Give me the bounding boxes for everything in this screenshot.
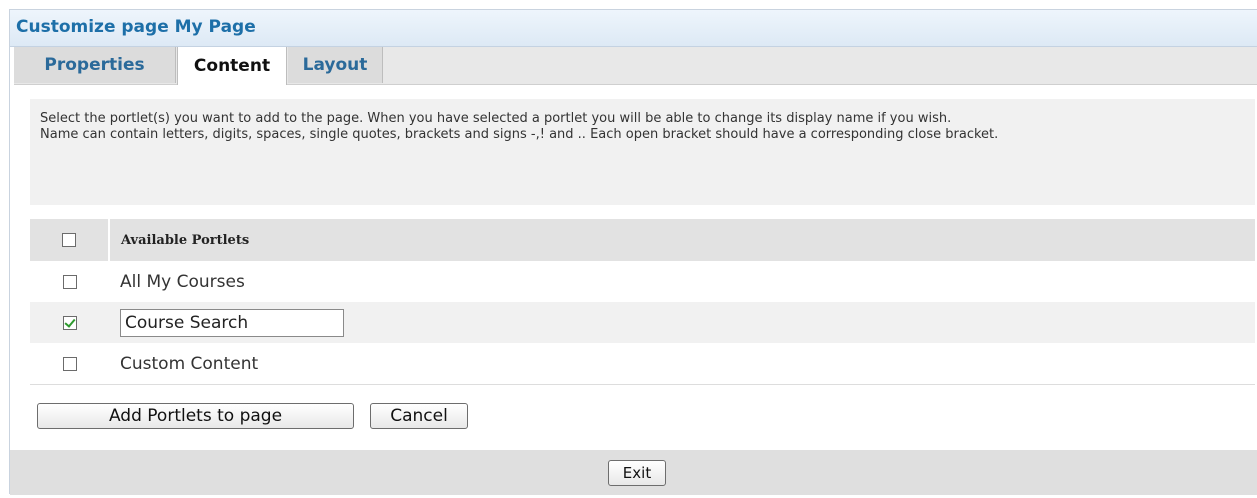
cancel-button[interactable]: Cancel [370,403,468,429]
instructions-box: Select the portlet(s) you want to add to… [30,99,1255,205]
custom-content-checkbox[interactable] [63,356,77,371]
customize-page-dialog: Customize page My Page Properties Conten… [9,9,1257,495]
table-row: All My Courses [30,261,1255,302]
table-row: Custom Content [30,343,1255,385]
tab-content[interactable]: Content [177,47,287,85]
dialog-footer: Exit [10,450,1257,495]
row-check-cell [30,302,110,343]
add-portlets-button[interactable]: Add Portlets to page [37,403,354,429]
all-my-courses-checkbox[interactable] [63,274,77,289]
select-all-cell [30,219,110,261]
row-check-cell [30,261,110,302]
dialog-title: Customize page My Page [16,17,256,37]
portlet-name-all-my-courses: All My Courses [120,271,245,292]
course-search-checkbox[interactable] [63,315,77,330]
table-header-row: Available Portlets [30,219,1255,261]
row-check-cell [30,343,110,384]
dialog-title-bar: Customize page My Page [10,10,1257,47]
available-portlets-header: Available Portlets [121,232,250,248]
instructions-line-1: Select the portlet(s) you want to add to… [40,111,952,126]
course-search-name-input[interactable] [120,308,344,337]
table-row [30,302,1255,343]
portlet-name-custom-content: Custom Content [120,353,259,374]
instructions-line-2: Name can contain letters, digits, spaces… [40,127,999,142]
select-all-checkbox[interactable] [62,233,76,247]
tab-layout[interactable]: Layout [288,47,383,83]
tab-properties[interactable]: Properties [14,47,176,83]
exit-button[interactable]: Exit [608,460,666,486]
portlet-table: Available Portlets All My Courses Custom… [30,219,1255,385]
tab-strip: Properties Content Layout [14,47,1257,85]
